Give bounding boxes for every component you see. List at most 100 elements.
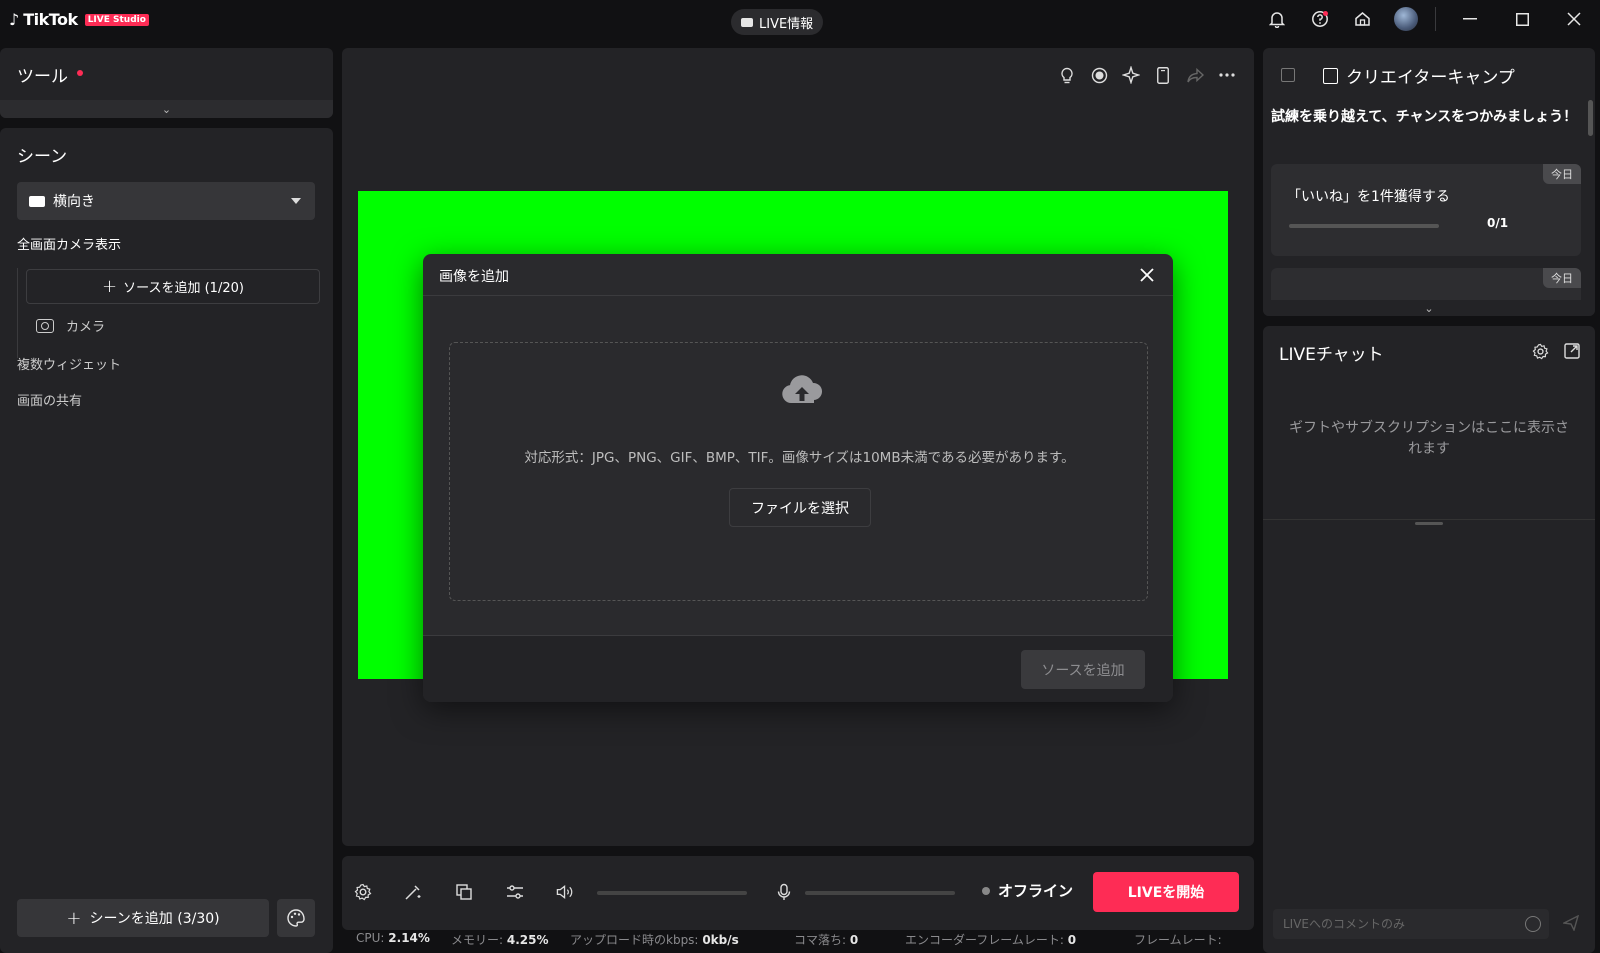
creator-camp-panel: クリエイターキャンプ 試練を乗り越えて、チャンスをつかみましょう！ 今日 「いい… (1263, 48, 1595, 316)
record-icon[interactable] (1090, 66, 1108, 84)
gear-icon[interactable] (1531, 342, 1549, 360)
add-source-button[interactable]: + ソースを追加 (1/20) (26, 269, 320, 304)
scene-select-value: 横向き (53, 194, 95, 210)
status-dot (982, 886, 990, 895)
go-live-button[interactable]: LIVEを開始 (1093, 872, 1239, 912)
tiktok-note-icon: ♪ (9, 10, 20, 29)
select-file-button[interactable]: ファイルを選択 (729, 488, 871, 527)
add-source-confirm-button[interactable]: ソースを追加 (1021, 650, 1145, 689)
creator-camp-title: クリエイターキャンプ (1346, 68, 1515, 88)
add-source-label: ソースを追加 (1/20) (123, 281, 244, 296)
dialog-title: 画像を追加 (439, 269, 509, 285)
speaker-volume-slider[interactable] (597, 891, 747, 895)
status-label: オフライン (998, 882, 1074, 900)
task-tag: 今日 (1543, 164, 1581, 184)
sliders-icon[interactable] (506, 883, 524, 901)
stat-fps: フレームレート: (1134, 933, 1222, 947)
close-window-button[interactable] (1548, 0, 1600, 38)
creator-camp-expand-button[interactable]: ⌄ (1263, 300, 1595, 316)
dialog-header: 画像を追加 (423, 254, 1173, 296)
bell-icon[interactable] (1255, 0, 1298, 38)
plus-icon: + (66, 907, 82, 929)
stat-dropped-frames: コマ落ち: 0 (794, 933, 859, 947)
title-bar-actions (1255, 0, 1600, 38)
add-scene-label: シーンを追加 (3/30) (89, 911, 220, 927)
minimize-button[interactable] (1444, 0, 1496, 38)
add-scene-button[interactable]: + シーンを追加 (3/30) (17, 899, 269, 937)
controls-bar: オフライン LIVEを開始 (342, 856, 1254, 930)
tools-panel: ツール ⌄ (0, 48, 333, 118)
cloud-upload-icon (782, 375, 823, 403)
image-dropzone[interactable]: 対応形式：JPG、PNG、GIF、BMP、TIF。画像サイズは10MB未満である… (449, 342, 1148, 601)
badge-icon (1323, 67, 1338, 84)
microphone-volume-slider[interactable] (805, 891, 955, 895)
scenes-panel: シーン 横向き 全画面カメラ表示 + ソースを追加 (1/20) カメラ 複数ウ… (0, 128, 333, 953)
tree-line (17, 268, 18, 358)
live-info-label: LIVE情報 (759, 16, 814, 32)
scrollbar[interactable] (1588, 100, 1593, 136)
scene-group-label: 全画面カメラ表示 (17, 238, 122, 253)
avatar (1393, 7, 1418, 31)
chat-title: LIVEチャット (1279, 345, 1384, 365)
live-info-icon (741, 17, 753, 27)
palette-icon (287, 909, 305, 927)
chevron-double-down-icon: ⌄ (161, 102, 172, 116)
task-tag: 今日 (1543, 268, 1581, 288)
microphone-icon[interactable] (775, 883, 793, 901)
app-logo: ♪ TikTok LIVE Studio (9, 10, 149, 29)
divider (1435, 7, 1436, 31)
home-icon[interactable] (1341, 0, 1384, 38)
sparkle-icon[interactable] (1122, 66, 1140, 84)
title-bar: ♪ TikTok LIVE Studio LIVE情報 (0, 0, 1600, 42)
caret-down-icon (291, 198, 301, 204)
task-progress-bar (1289, 224, 1439, 228)
chat-divider (1263, 519, 1595, 520)
popout-icon[interactable] (1563, 342, 1581, 360)
notification-dot (77, 70, 83, 76)
logo-badge: LIVE Studio (84, 13, 149, 26)
chart-icon[interactable] (1281, 68, 1295, 82)
creator-camp-subtitle: 試練を乗り越えて、チャンスをつかみましょう！ (1271, 109, 1578, 125)
scene-screen-share[interactable]: 画面の共有 (17, 390, 82, 409)
lightbulb-icon[interactable] (1058, 66, 1076, 84)
logo-text: TikTok (23, 10, 78, 29)
settings-icon[interactable] (354, 883, 372, 901)
camera-icon (36, 318, 54, 333)
live-chat-panel: LIVEチャット ギフトやサブスクリプションはここに表示されます (1263, 326, 1595, 953)
source-item-camera[interactable]: カメラ (36, 316, 105, 335)
dialog-footer: ソースを追加 (423, 635, 1173, 702)
share-icon[interactable] (1186, 66, 1204, 84)
supported-formats-text: 対応形式：JPG、PNG、GIF、BMP、TIF。画像サイズは10MB未満である… (524, 450, 1075, 466)
screen-icon (29, 195, 45, 207)
source-label: カメラ (66, 320, 106, 335)
close-icon[interactable] (1135, 263, 1159, 287)
chat-input[interactable] (1273, 909, 1549, 939)
palette-button[interactable] (277, 899, 315, 937)
preview-toolbar (1058, 66, 1236, 84)
live-info-button[interactable]: LIVE情報 (731, 9, 824, 35)
phone-icon[interactable] (1154, 66, 1172, 84)
scene-select[interactable]: 横向き (17, 182, 315, 220)
emoji-icon[interactable] (1525, 916, 1541, 932)
task-text: 「いいね」を1件獲得する (1287, 189, 1450, 205)
more-icon[interactable] (1218, 66, 1236, 84)
speaker-icon[interactable] (556, 883, 574, 901)
resize-handle[interactable] (1415, 522, 1443, 525)
layers-icon[interactable] (455, 883, 473, 901)
maximize-button[interactable] (1496, 0, 1548, 38)
creator-camp-header: クリエイターキャンプ (1323, 63, 1515, 88)
scene-multiple-widgets[interactable]: 複数ウィジェット (17, 354, 121, 373)
stat-cpu: CPU: 2.14% (356, 931, 430, 945)
scenes-title: シーン (17, 147, 68, 167)
send-icon[interactable] (1561, 914, 1580, 935)
tools-title: ツール (17, 67, 68, 87)
help-icon[interactable] (1298, 0, 1341, 38)
tools-expand-button[interactable]: ⌄ (0, 100, 333, 118)
task-card[interactable]: 今日 「いいね」を1件獲得する 0/1 (1271, 164, 1581, 256)
magic-wand-icon[interactable] (404, 883, 422, 901)
stat-upload-kbps: アップロード時のkbps: 0kb/s (570, 933, 739, 947)
stat-memory: メモリー: 4.25% (451, 933, 549, 947)
stream-status: オフライン (982, 880, 1073, 901)
avatar-button[interactable] (1384, 0, 1427, 38)
chat-empty-text: ギフトやサブスクリプションはここに表示されます (1289, 420, 1569, 457)
